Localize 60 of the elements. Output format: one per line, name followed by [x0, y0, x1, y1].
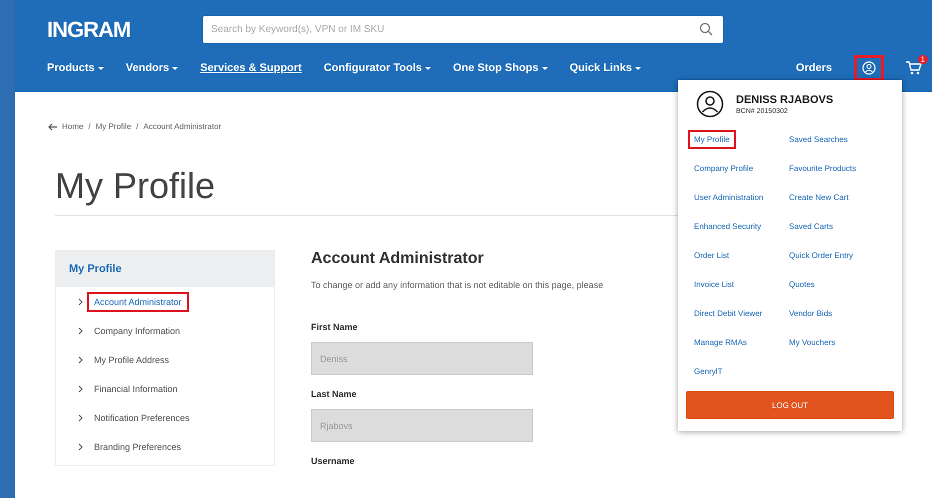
breadcrumb-link[interactable]: My Profile [96, 122, 132, 131]
breadcrumb-separator: / [88, 122, 91, 131]
info-text: To change or add any information that is not editable on this page, please [311, 280, 604, 290]
chevron-icon [78, 298, 83, 306]
field-label: Username [311, 456, 356, 466]
menu-link[interactable]: Order List [688, 246, 736, 265]
menu-link[interactable]: Saved Searches [783, 130, 854, 149]
back-arrow-icon[interactable] [48, 122, 57, 130]
menu-link[interactable]: Manage RMAs [688, 333, 753, 352]
chevron-icon [78, 414, 83, 422]
sidebar-title[interactable]: My Profile [56, 251, 274, 287]
field-label: First Name [311, 322, 359, 332]
user-icon [862, 61, 876, 75]
menu-link[interactable]: Enhanced Security [688, 217, 768, 236]
breadcrumb-link[interactable]: Account Administrator [143, 122, 222, 131]
menu-link[interactable]: Quick Order Entry [783, 246, 860, 265]
menu-link[interactable]: Saved Carts [783, 217, 840, 236]
sidebar-item[interactable]: Financial Information [87, 378, 185, 398]
search-field[interactable]: Search by Keyword(s), VPN or IM SKU [203, 16, 723, 43]
menu-link[interactable]: Quotes [783, 275, 821, 294]
caret-icon [172, 65, 178, 71]
sidebar-item[interactable]: Account Administrator [87, 292, 189, 312]
menu-link[interactable]: Vendor Bids [783, 304, 838, 323]
chevron-icon [78, 384, 83, 392]
menu-link[interactable]: User Administration [688, 188, 770, 207]
nav-link[interactable]: One Stop Shops [452, 62, 548, 74]
sidebar-item[interactable]: Notification Preferences [87, 408, 197, 428]
menu-link[interactable]: My Profile [688, 130, 736, 149]
user-avatar-icon [696, 90, 724, 118]
logout-button[interactable]: LOG OUT [686, 391, 894, 419]
cart-badge: 1 [918, 55, 928, 64]
orders-link[interactable]: Orders [796, 62, 832, 74]
caret-icon [424, 65, 431, 71]
breadcrumb-link[interactable]: Home [62, 122, 84, 131]
caret-icon [98, 65, 104, 71]
menu-link[interactable]: GenrylT [688, 362, 728, 381]
nav-link[interactable]: Quick Links [570, 62, 641, 74]
caret-icon [542, 65, 548, 71]
nav-link[interactable]: Services & Support [200, 62, 302, 74]
sidebar-item[interactable]: Company Information [87, 320, 188, 340]
chevron-icon [78, 326, 83, 334]
breadcrumb-separator: / [136, 122, 138, 131]
nav-link[interactable]: Configurator Tools [324, 62, 431, 74]
menu-link[interactable]: Create New Cart [783, 188, 855, 207]
chevron-icon [78, 356, 83, 364]
nav-link[interactable]: Products [47, 62, 104, 74]
section-title: Account Administrator [311, 250, 484, 268]
user-name: DENISS RJABOVS [736, 94, 834, 106]
search-icon[interactable] [699, 22, 713, 36]
chevron-icon [78, 442, 83, 450]
caret-icon [635, 65, 641, 71]
menu-link[interactable]: Invoice List [688, 275, 740, 294]
nav-link[interactable]: Vendors [126, 62, 178, 74]
sidebar-item[interactable]: Branding Preferences [87, 436, 188, 456]
menu-link[interactable]: Direct Debit Viewer [688, 304, 768, 323]
cart-icon[interactable] [906, 61, 922, 75]
menu-link[interactable]: My Vouchers [783, 333, 842, 352]
field-label: Last Name [311, 389, 358, 399]
logo[interactable]: INGRAM [47, 16, 167, 42]
sidebar-item[interactable]: My Profile Address [87, 350, 176, 370]
